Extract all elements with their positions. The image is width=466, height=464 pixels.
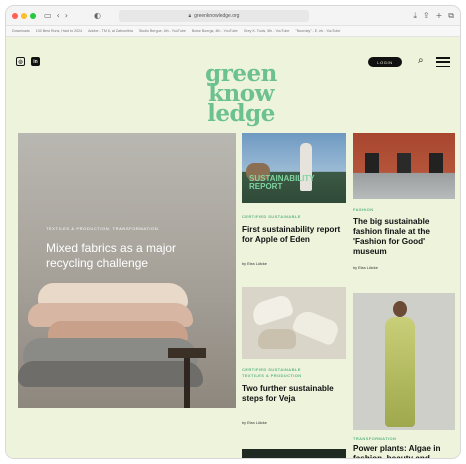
dress-shape (385, 317, 415, 427)
linkedin-icon[interactable]: in (31, 57, 40, 66)
login-button[interactable]: LOGIN (368, 57, 402, 67)
site-logo[interactable]: green know ledge (186, 62, 296, 127)
bookmark-item[interactable]: Boise Buerga, 4th - YouTube (192, 29, 238, 33)
bookmark-item[interactable]: 100 Best Runs, Hard to 2024 (36, 29, 82, 33)
download-icon[interactable]: ⤓ (413, 11, 417, 21)
model-figure (393, 301, 407, 317)
window-shape (365, 153, 379, 173)
forward-icon[interactable]: › (65, 11, 68, 20)
stool-image-layer (184, 358, 190, 408)
fabric-image-layer (18, 361, 203, 387)
shoe-shape (258, 329, 296, 349)
card-image-algae-dress[interactable] (353, 293, 455, 430)
shoe-shape (249, 293, 295, 327)
tabs-overview-icon[interactable]: ⧉ (448, 11, 454, 21)
card-image-label: SUSTAINABILITY REPORT (249, 174, 315, 191)
feature-title[interactable]: Mixed fabrics as a major recycling chall… (46, 241, 196, 271)
hamburger-menu-icon[interactable] (436, 57, 450, 70)
card-kicker: CERTIFIED SUSTAINABLE TEXTILES & PRODUCT… (242, 367, 302, 378)
card-image-sustainability-report[interactable]: SUSTAINABILITY REPORT (242, 133, 346, 203)
card-image-next[interactable] (242, 449, 346, 458)
share-icon[interactable]: ⇪ (423, 11, 430, 21)
logo-line: ledge (207, 100, 275, 127)
close-window-button[interactable] (12, 12, 18, 19)
card-kicker: TRANSFORMATION (353, 436, 397, 441)
bookmarks-bar: Downloads 100 Best Runs, Hard to 2024 Ad… (6, 26, 460, 37)
card-title[interactable]: First sustainability report for Apple of… (242, 225, 342, 245)
website-content: ◎ in green know ledge LOGIN ⌕ TEXTILES &… (6, 37, 460, 458)
card-title[interactable]: Two further sustainable steps for Veja (242, 384, 342, 404)
bookmark-item[interactable]: Downloads (12, 29, 30, 33)
card-kicker: FASHION (353, 207, 374, 212)
bookmark-item[interactable]: "Noorday" - E, eb - YouTube (295, 29, 340, 33)
new-tab-icon[interactable]: + (436, 11, 443, 21)
instagram-icon[interactable]: ◎ (16, 57, 25, 66)
lock-icon: 🔒︎ (188, 12, 192, 19)
card-byline: by Elea Lütcke (353, 266, 378, 270)
sidebar-toggle-icon[interactable]: ▭ (44, 11, 52, 20)
browser-window: ▭ ‹ › ◐ 🔒︎ greenknowledge.org ⤓ ⇪ + ⧉ Do… (6, 6, 460, 458)
minimize-window-button[interactable] (21, 12, 27, 19)
bookmark-item[interactable]: Studio Bergue, 4th - YouTube (139, 29, 186, 33)
bookmark-item[interactable]: Adobe - TM 6, at Zabruelbia (88, 29, 133, 33)
shoe-shape (291, 307, 341, 347)
social-links: ◎ in (16, 57, 40, 66)
maximize-window-button[interactable] (30, 12, 36, 19)
card-image-veja[interactable] (242, 287, 346, 359)
card-title[interactable]: Power plants: Algae in fashion, beauty a… (353, 444, 457, 458)
feature-kicker: TEXTILES & PRODUCTION, TRANSFORMATION (46, 226, 159, 231)
browser-titlebar: ▭ ‹ › ◐ 🔒︎ greenknowledge.org ⤓ ⇪ + ⧉ (6, 6, 460, 26)
card-kicker: CERTIFIED SUSTAINABLE (242, 214, 301, 219)
window-shape (397, 153, 411, 173)
card-byline: by Elea Lütcke (242, 262, 267, 266)
url-text: greenknowledge.org (194, 12, 240, 19)
search-icon[interactable]: ⌕ (418, 56, 424, 66)
address-bar[interactable]: 🔒︎ greenknowledge.org (118, 9, 309, 22)
card-byline: by Elea Lütcke (242, 421, 267, 425)
bookmark-item[interactable]: Grey K. Tools, 5th - YouTube (244, 29, 290, 33)
card-image-museum[interactable] (353, 133, 455, 199)
stool-image-layer (168, 348, 206, 358)
privacy-shield-icon[interactable]: ◐ (94, 11, 101, 20)
back-icon[interactable]: ‹ (57, 11, 60, 20)
feature-article[interactable]: TEXTILES & PRODUCTION, TRANSFORMATION Mi… (18, 133, 236, 408)
window-shape (429, 153, 443, 173)
card-title[interactable]: The big sustainable fashion finale at th… (353, 217, 455, 257)
